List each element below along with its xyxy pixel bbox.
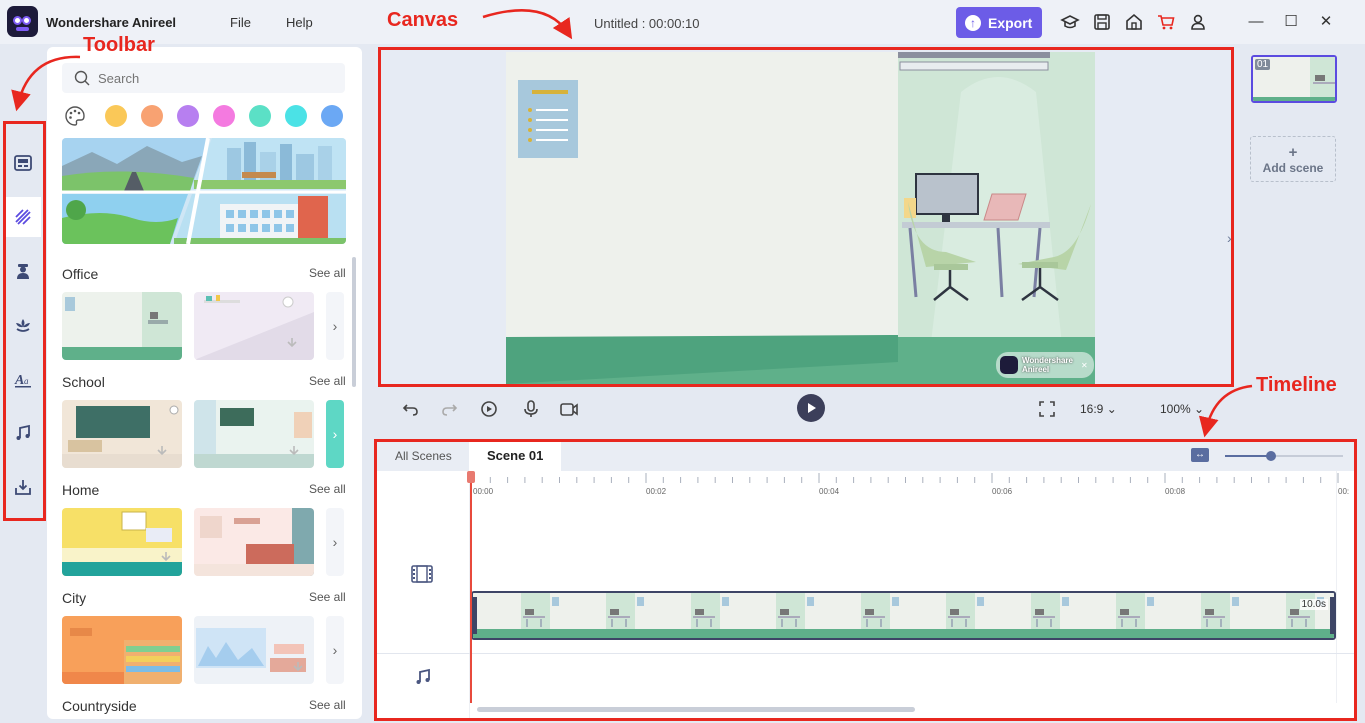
- toolbar-arrow: [11, 55, 81, 112]
- timeline-arrow: [1198, 384, 1253, 438]
- annotation-arrows: [11, 9, 1253, 438]
- canvas-arrow: [482, 9, 573, 40]
